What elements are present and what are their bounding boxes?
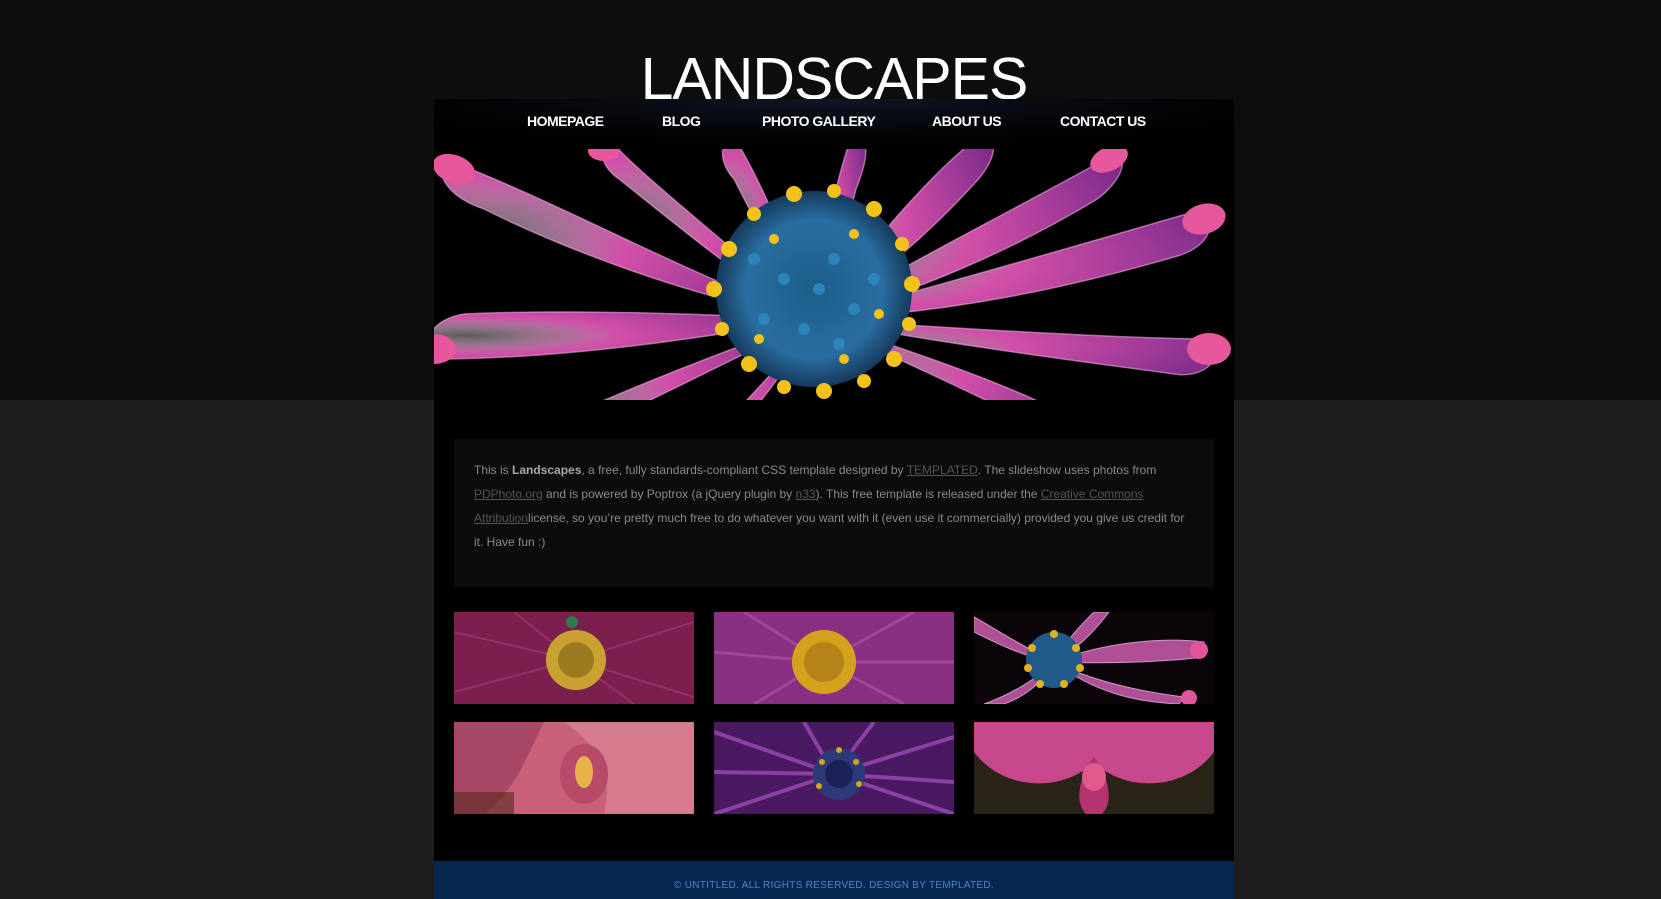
content-area: This is Landscapes, a free, fully standa… [434,400,1234,861]
thumbnail-image [714,722,954,814]
nav-item-about-us[interactable]: ABOUT US [932,113,1002,129]
thumbnail-image [974,612,1214,704]
flower-banner-illustration [434,149,1234,400]
gallery-thumb-pink-osteospermum[interactable] [974,612,1214,704]
intro-brand-name: Landscapes [512,463,582,477]
intro-text-part: , a free, fully standards-compliant CSS … [581,463,907,477]
gallery-thumb-purple-daisy[interactable] [714,612,954,704]
thumbnail-image [454,612,694,704]
page-wrapper: LANDSCAPES HOMEPAGE BLOG PHOTO GALLERY A… [434,0,1234,899]
intro-text-part: license, so you’re pretty much free to d… [474,511,1185,549]
intro-paragraph: This is Landscapes, a free, fully standa… [474,458,1196,554]
thumbnail-image [454,722,694,814]
thumbnail-image [714,612,954,704]
gallery-thumb-pink-orchid[interactable] [974,722,1214,814]
footer: © UNTITLED. ALL RIGHTS RESERVED. DESIGN … [434,861,1234,899]
nav-item-homepage[interactable]: HOMEPAGE [527,113,604,129]
intro-text-part: ). This free template is released under … [815,487,1041,501]
gallery-thumb-pink-orchid-closeup[interactable] [454,722,694,814]
intro-text-part: This is [474,463,513,477]
gallery-thumb-pink-flower-bee[interactable] [454,612,694,704]
banner-image [434,149,1234,400]
gallery-thumb-violet-daisy[interactable] [714,722,954,814]
nav-item-contact-us[interactable]: CONTACT US [1060,113,1146,129]
intro-box: This is Landscapes, a free, fully standa… [454,439,1214,587]
nav-item-blog[interactable]: BLOG [662,113,701,129]
templated-link[interactable]: TEMPLATED [907,463,978,477]
thumbnail-image [974,722,1214,814]
intro-text-part: . The slideshow uses photos from [977,463,1157,477]
pdphoto-link[interactable]: PDPhoto.org [474,487,543,501]
intro-text-part: and is powered by Poptrox (a jQuery plug… [542,487,796,501]
main-navigation: HOMEPAGE BLOG PHOTO GALLERY ABOUT US CON… [434,99,1234,149]
n33-link[interactable]: n33 [796,487,816,501]
copyright-text: © UNTITLED. ALL RIGHTS RESERVED. DESIGN … [673,880,994,891]
nav-item-photo-gallery[interactable]: PHOTO GALLERY [762,113,876,129]
